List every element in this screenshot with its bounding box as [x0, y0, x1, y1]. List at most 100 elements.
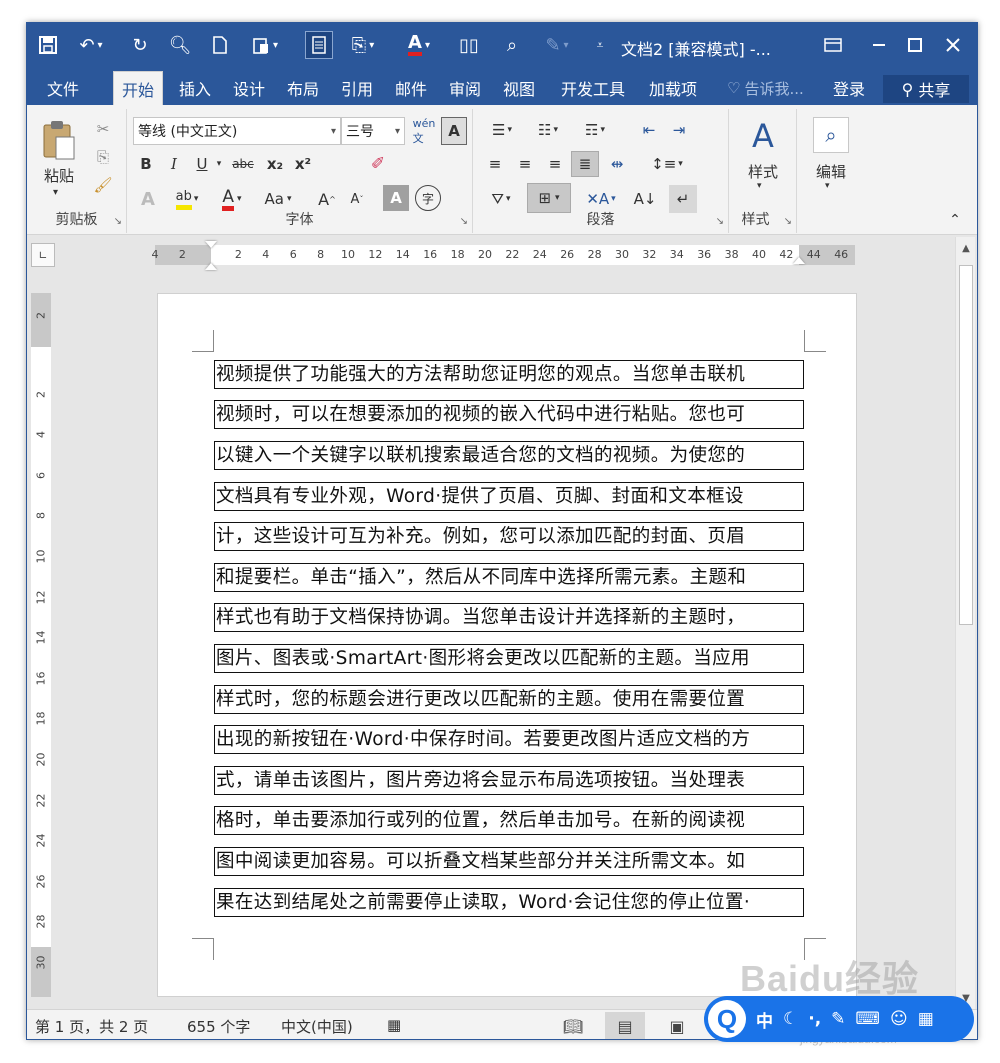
- hanging-indent-marker[interactable]: [205, 263, 217, 270]
- text-line-content[interactable]: 文档具有专业外观，Word·提供了页眉、页脚、封面和文本框设: [214, 481, 804, 511]
- paste-dropdown-icon[interactable]: ▾: [53, 187, 58, 198]
- character-border-icon[interactable]: A: [441, 117, 467, 145]
- bold-button[interactable]: B: [135, 151, 157, 177]
- tab-review[interactable]: 审阅: [441, 71, 489, 105]
- multilevel-list-icon[interactable]: ☶ ▾: [575, 117, 615, 143]
- text-line-content[interactable]: 样式时，您的标题会进行更改以匹配新的主题。使用在需要位置: [214, 684, 804, 714]
- superscript-button[interactable]: x²: [291, 151, 315, 177]
- first-line-indent-marker[interactable]: [205, 241, 217, 248]
- text-line-content[interactable]: 计，这些设计可互为补充。例如，您可以添加匹配的封面、页眉: [214, 522, 804, 552]
- tab-addins[interactable]: 加载项: [641, 71, 705, 105]
- horizontal-ruler[interactable]: 4 2 2 4 6 8 10 12 14 16 18 20 22 24 26 28 30 32 34 36 38 40 42…: [152, 241, 855, 270]
- login-button[interactable]: 登录: [833, 71, 865, 105]
- styles-icon[interactable]: A: [743, 115, 783, 157]
- numbering-icon[interactable]: ☷ ▾: [529, 117, 567, 143]
- ime-toolbar[interactable]: Q 中 ☾ ·, ✎ ⌨ ☺ ▦: [704, 996, 974, 1042]
- paste-large-icon[interactable]: [37, 117, 81, 163]
- text-line-content[interactable]: 图中阅读更加容易。可以折叠文档某些部分并关注所需文本。如: [214, 846, 804, 876]
- cut-icon[interactable]: ✂: [91, 117, 115, 141]
- keyboard-icon[interactable]: ⌨: [855, 1009, 880, 1029]
- apps-icon[interactable]: ▦: [918, 1009, 934, 1029]
- language[interactable]: 中文(中国): [281, 1016, 353, 1037]
- tab-layout[interactable]: 布局: [279, 71, 327, 105]
- tab-selector[interactable]: ∟: [31, 243, 55, 267]
- text-line-content[interactable]: 果在达到结尾处之前需要停止读取，Word·会记住您的停止位置·: [214, 887, 804, 917]
- copy-icon[interactable]: ⎘: [91, 145, 115, 169]
- bullets-icon[interactable]: ☰ ▾: [483, 117, 521, 143]
- strikethrough-button[interactable]: abc: [227, 151, 259, 177]
- vertical-ruler[interactable]: 2 2 4 6 8 10 12 14 16 18 20 22 24 26 28 30: [31, 293, 51, 997]
- underline-dropdown-icon[interactable]: ▾: [213, 151, 225, 177]
- document-icon[interactable]: [305, 31, 333, 59]
- vertical-scrollbar[interactable]: ▲ ▼: [955, 237, 975, 1009]
- paste-icon[interactable]: ▾: [245, 31, 285, 59]
- ribbon-display-icon[interactable]: [813, 29, 853, 61]
- tab-home[interactable]: 开始: [113, 71, 164, 105]
- line-spacing-icon[interactable]: ↕≡ ▾: [647, 151, 687, 177]
- web-layout-icon[interactable]: ▣: [657, 1012, 697, 1039]
- new-doc-icon[interactable]: [207, 31, 233, 59]
- right-indent-marker[interactable]: [793, 257, 805, 264]
- search-icon[interactable]: ⌕: [499, 31, 525, 59]
- styles-launcher-icon[interactable]: ↘: [784, 216, 792, 227]
- character-shading-icon[interactable]: A: [383, 185, 409, 211]
- chevron-down-icon[interactable]: ▾: [757, 181, 762, 191]
- clear-formatting-icon[interactable]: ✐: [363, 151, 393, 177]
- subscript-button[interactable]: x₂: [263, 151, 287, 177]
- save-icon[interactable]: [35, 31, 61, 59]
- increase-indent-icon[interactable]: ⇥: [665, 117, 693, 143]
- tab-file[interactable]: 文件: [39, 71, 87, 105]
- font-size-select[interactable]: 三号 ▾: [341, 117, 405, 145]
- ime-logo[interactable]: Q: [708, 1000, 746, 1038]
- format-painter-icon[interactable]: ⎘ ▾: [343, 31, 383, 59]
- text-line-content[interactable]: 图片、图表或·SmartArt·图形将会更改以匹配新的主题。当应用: [214, 643, 804, 673]
- minimize-icon[interactable]: [859, 29, 899, 61]
- underline-button[interactable]: U: [191, 151, 213, 177]
- maximize-icon[interactable]: [895, 29, 935, 61]
- distributed-icon[interactable]: ⇹: [603, 151, 631, 177]
- font-launcher-icon[interactable]: ↘: [460, 216, 468, 227]
- customize-icon[interactable]: ⩡: [591, 31, 609, 59]
- moon-icon[interactable]: ☾: [783, 1009, 798, 1029]
- draw-icon[interactable]: ✎ ▾: [537, 31, 577, 59]
- tell-me-box[interactable]: ♡ 告诉我...: [727, 71, 804, 105]
- tools-icon[interactable]: ✎: [831, 1009, 845, 1029]
- text-line-content[interactable]: 视频提供了功能强大的方法帮助您证明您的观点。当您单击联机: [214, 359, 804, 389]
- format-painter-icon[interactable]: 🖌︎: [91, 173, 115, 197]
- tab-developer[interactable]: 开发工具: [553, 71, 633, 105]
- text-line-content[interactable]: 样式也有助于文档保持协调。当您单击设计并选择新的主题时，: [214, 603, 804, 633]
- columns-icon[interactable]: ▯▯: [455, 31, 483, 59]
- text-line-content[interactable]: 式，请单击该图片，图片旁边将会显示布局选项按钮。当处理表: [214, 765, 804, 795]
- clipboard-launcher-icon[interactable]: ↘: [114, 216, 122, 227]
- align-left-icon[interactable]: ≡: [481, 151, 509, 177]
- page-count[interactable]: 第 1 页，共 2 页: [35, 1016, 148, 1037]
- ime-mode[interactable]: 中: [756, 1007, 773, 1032]
- text-line-content[interactable]: 出现的新按钮在·Word·中保存时间。若要更改图片适应文档的方: [214, 725, 804, 755]
- macro-record-icon[interactable]: ▦: [387, 1016, 401, 1034]
- print-preview-icon[interactable]: 🔍︎: [167, 31, 193, 59]
- read-mode-icon[interactable]: 📖︎: [553, 1012, 593, 1039]
- phonetic-guide-icon[interactable]: wén 文: [411, 117, 437, 145]
- word-count[interactable]: 655 个字: [187, 1016, 250, 1037]
- share-button[interactable]: ⚲ 共享: [883, 75, 969, 103]
- editing-button[interactable]: 编辑: [801, 161, 861, 182]
- scrollbar-thumb[interactable]: [959, 265, 973, 625]
- text-line-content[interactable]: 以键入一个关键字以联机搜索最适合您的文档的视频。为使您的: [214, 440, 804, 470]
- document-body[interactable]: 视频提供了功能强大的方法帮助您证明您的观点。当您单击联机 视频时，可以在想要添加的…: [214, 354, 804, 922]
- enclose-characters-icon[interactable]: 字: [415, 185, 441, 211]
- tab-view[interactable]: 视图: [495, 71, 543, 105]
- text-line-content[interactable]: 和提要栏。单击“插入”，然后从不同库中选择所需元素。主题和: [214, 562, 804, 592]
- find-icon[interactable]: ⌕: [813, 117, 849, 153]
- punctuation-icon[interactable]: ·,: [808, 1009, 821, 1029]
- align-right-icon[interactable]: ≡: [541, 151, 569, 177]
- styles-button[interactable]: 样式: [733, 161, 793, 182]
- scroll-up-icon[interactable]: ▲: [956, 239, 976, 257]
- text-line-content[interactable]: 视频时，可以在想要添加的视频的嵌入代码中进行粘贴。您也可: [214, 400, 804, 430]
- collapse-ribbon-icon[interactable]: ⌃: [945, 211, 965, 229]
- document-page[interactable]: 视频提供了功能强大的方法帮助您证明您的观点。当您单击联机 视频时，可以在想要添加的…: [157, 293, 857, 997]
- undo-icon[interactable]: ↶ ▾: [71, 31, 111, 59]
- chevron-down-icon[interactable]: ▾: [825, 181, 830, 191]
- redo-icon[interactable]: ↻: [127, 31, 153, 59]
- tab-design[interactable]: 设计: [225, 71, 273, 105]
- text-line-content[interactable]: 格时，单击要添加行或列的位置，然后单击加号。在新的阅读视: [214, 806, 804, 836]
